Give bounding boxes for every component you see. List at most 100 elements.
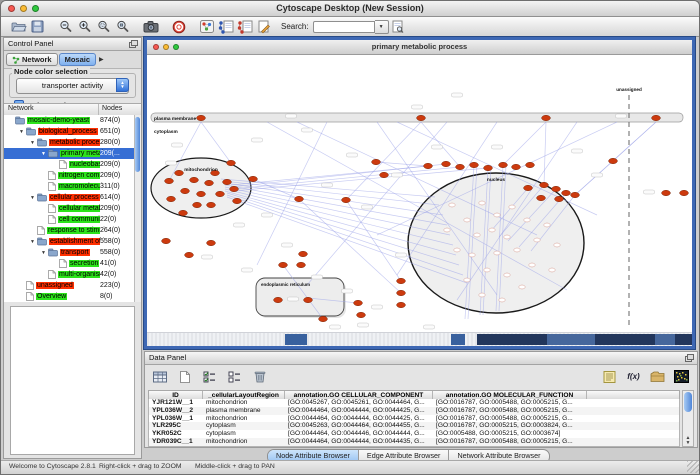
network-minimize-button[interactable]	[163, 44, 169, 50]
network-node[interactable]	[680, 190, 689, 195]
tree-scrollbar-thumb[interactable]	[135, 117, 140, 172]
tree-row-biological-process[interactable]: ▼biological_process651(0)	[4, 126, 134, 137]
network-node[interactable]	[205, 180, 214, 185]
tree-row-mosaic-demo-yeast[interactable]: mosaic-demo-yeast874(0)	[4, 115, 134, 126]
network-node-small[interactable]	[479, 293, 485, 297]
import-attributes-button[interactable]	[235, 18, 254, 35]
network-node[interactable]	[609, 158, 618, 163]
network-maximize-button[interactable]	[173, 44, 179, 50]
table-row[interactable]: YKR052Ccytoplasm[GO:0044464, GO:0044446,…	[149, 430, 679, 438]
float-panel-icon[interactable]	[685, 354, 694, 362]
network-node[interactable]	[193, 202, 202, 207]
network-node[interactable]	[297, 262, 306, 267]
formula-builder-button[interactable]: f(x)	[624, 368, 643, 385]
zoom-selected-button[interactable]	[94, 18, 113, 35]
network-node[interactable]	[181, 188, 190, 193]
network-node[interactable]	[279, 262, 288, 267]
network-node[interactable]	[342, 197, 351, 202]
network-node[interactable]	[295, 196, 304, 201]
network-node[interactable]	[299, 251, 308, 256]
network-node[interactable]	[207, 240, 216, 245]
column-header-id[interactable]: ID	[149, 391, 203, 399]
network-node[interactable]	[304, 297, 313, 302]
network-close-button[interactable]	[153, 44, 159, 50]
tree-row-overview[interactable]: Overview8(0)	[4, 291, 134, 302]
network-node[interactable]	[571, 192, 580, 197]
tree-row-response-to-stimul[interactable]: response to stimul264(0)	[4, 225, 134, 236]
network-node[interactable]	[662, 190, 671, 195]
network-node[interactable]	[484, 165, 493, 170]
network-node[interactable]	[524, 185, 533, 190]
network-canvas[interactable]: plasma membrane cytoplasm mitochondrion …	[147, 55, 692, 346]
network-node-small[interactable]	[544, 223, 550, 227]
resize-grip[interactable]	[687, 461, 699, 473]
zoom-out-button[interactable]	[56, 18, 75, 35]
column-header-annotation-go-cellular-component[interactable]: annotation.GO CELLULAR_COMPONENT	[285, 391, 433, 399]
network-node-small[interactable]	[454, 248, 460, 252]
network-node-small[interactable]	[529, 263, 535, 267]
tree-row-nucleobase[interactable]: nucleobase-209(0)	[4, 159, 134, 170]
tree-row-macromolecule[interactable]: macromolecule311(0)	[4, 181, 134, 192]
attribute-editor-button[interactable]	[600, 368, 619, 385]
network-node-small[interactable]	[504, 235, 510, 239]
network-node[interactable]	[233, 198, 242, 203]
unselect-all-attributes-button[interactable]	[225, 368, 244, 385]
network-node[interactable]	[162, 238, 171, 243]
network-node-small[interactable]	[474, 233, 480, 237]
table-row[interactable]: YDR039C__1mitochondrion[GO:0044464, GO:0…	[149, 438, 679, 446]
tree-row-cellular-metabo[interactable]: cellular metabo209(0)	[4, 203, 134, 214]
network-node[interactable]	[372, 159, 381, 164]
network-node[interactable]	[175, 170, 184, 175]
network-node[interactable]	[442, 161, 451, 166]
network-node-small[interactable]	[519, 285, 525, 289]
create-attribute-button[interactable]	[175, 368, 194, 385]
network-node[interactable]	[190, 177, 199, 182]
network-node-small[interactable]	[509, 205, 515, 209]
network-node-small[interactable]	[499, 298, 505, 302]
matrix-view-button[interactable]	[672, 368, 691, 385]
network-node-small[interactable]	[549, 268, 555, 272]
vizmapper-button[interactable]	[197, 18, 216, 35]
network-node-small[interactable]	[469, 253, 475, 257]
maximize-button[interactable]	[32, 5, 39, 12]
network-node[interactable]	[470, 162, 479, 167]
table-scrollbar-arrows[interactable]: ▲▼	[683, 436, 693, 446]
network-node[interactable]	[456, 164, 465, 169]
column-header-annotation-go-molecular-function[interactable]: annotation.GO MOLECULAR_FUNCTION	[433, 391, 587, 399]
table-scrollbar[interactable]: ▲▼	[682, 390, 694, 447]
annotation-button[interactable]	[254, 18, 273, 35]
table-row[interactable]: YJR121W__1mitochondrion[GO:0045267, GO:0…	[149, 399, 679, 407]
disclosure-triangle-icon[interactable]: ▼	[39, 250, 48, 256]
tree-row-unassigned[interactable]: unassigned223(0)	[4, 280, 134, 291]
zoom-in-button[interactable]	[75, 18, 94, 35]
disclosure-triangle-icon[interactable]: ▼	[17, 129, 26, 135]
network-node[interactable]	[249, 176, 258, 181]
column-header-cellularlayoutregion[interactable]: _cellularLayoutRegion	[203, 391, 285, 399]
search-config-button[interactable]	[389, 18, 408, 35]
network-column-header[interactable]: Network	[4, 105, 34, 112]
birds-eye-view[interactable]	[10, 306, 135, 455]
tree-row-cellular-process[interactable]: ▼cellular process614(0)	[4, 192, 134, 203]
network-node-small[interactable]	[479, 201, 485, 205]
tree-row-establishment-of-lo[interactable]: ▼establishment of lo558(0)	[4, 236, 134, 247]
node-color-dropdown[interactable]: transporter activity ▲▼	[16, 78, 129, 94]
table-row[interactable]: YLR295Ccytoplasm[GO:0045263, GO:0044464,…	[149, 422, 679, 430]
network-node-small[interactable]	[494, 213, 500, 217]
tree-scrollbar[interactable]	[134, 115, 141, 302]
network-node[interactable]	[197, 191, 206, 196]
network-node[interactable]	[354, 300, 363, 305]
table-row[interactable]: YPL036W__2plasma membrane[GO:0044464, GO…	[149, 407, 679, 415]
import-attribute-file-button[interactable]	[648, 368, 667, 385]
network-node-small[interactable]	[464, 278, 470, 282]
network-node-small[interactable]	[554, 243, 560, 247]
network-node[interactable]	[207, 202, 216, 207]
network-node[interactable]	[230, 186, 239, 191]
open-button[interactable]	[9, 18, 28, 35]
tab-mosaic[interactable]: Mosaic	[59, 53, 96, 66]
network-node[interactable]	[555, 196, 564, 201]
network-node-small[interactable]	[464, 218, 470, 222]
network-node[interactable]	[397, 302, 406, 307]
help-button[interactable]	[169, 18, 188, 35]
network-node[interactable]	[357, 312, 366, 317]
disclosure-triangle-icon[interactable]: ▼	[39, 151, 48, 157]
